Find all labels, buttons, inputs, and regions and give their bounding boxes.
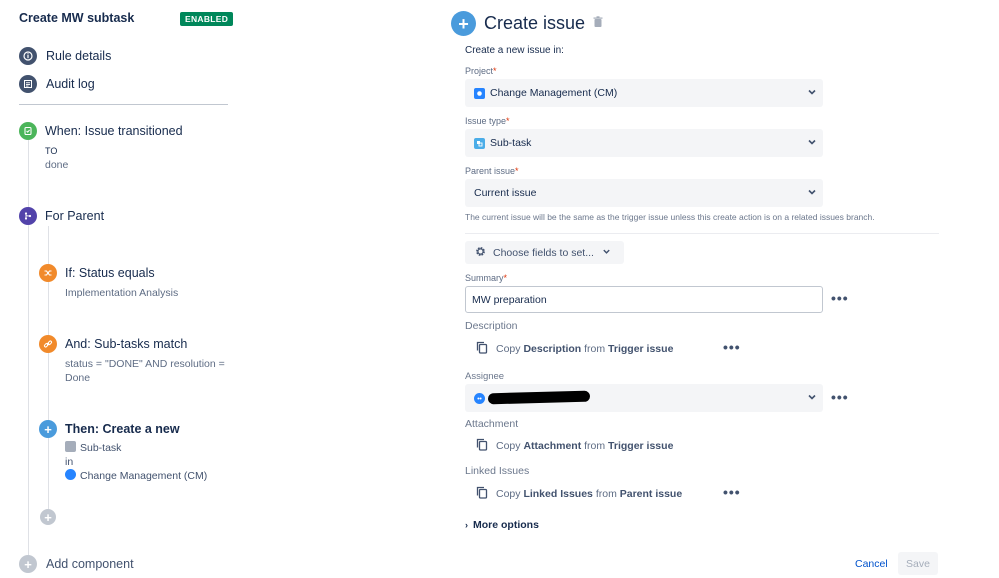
list-icon [19, 75, 37, 93]
chevron-down-icon [807, 137, 817, 150]
component-trigger[interactable]: When: Issue transitioned TO done [19, 122, 183, 172]
parent-issue-help: The current issue will be the same as th… [465, 212, 875, 222]
nav-audit-log[interactable]: Audit log [19, 75, 95, 93]
gear-icon [474, 245, 487, 261]
subtask-icon [65, 441, 76, 452]
linked-issues-label: Linked Issues [465, 465, 530, 477]
condition-detail-line1: status = "DONE" AND resolution = [65, 358, 225, 370]
add-branch-component-button[interactable]: + [40, 509, 56, 525]
copy-icon [476, 438, 488, 454]
avatar-icon [474, 392, 485, 404]
description-copy-row[interactable]: Copy Description from Trigger issue [476, 341, 673, 357]
subtask-icon [474, 137, 485, 149]
parent-issue-select[interactable]: Current issue [465, 179, 823, 207]
rule-title: Create MW subtask [19, 11, 135, 25]
info-icon [19, 47, 37, 65]
project-icon [474, 87, 485, 99]
project-icon [65, 469, 76, 480]
shuffle-icon [39, 264, 57, 282]
copy-icon [476, 341, 488, 357]
component-branch[interactable]: For Parent [19, 207, 104, 225]
link-icon [39, 335, 57, 353]
nav-divider [19, 104, 228, 105]
choose-fields-label: Choose fields to set... [493, 246, 594, 259]
component-title: Then: Create a new [65, 422, 180, 436]
choose-fields-button[interactable]: Choose fields to set... [465, 241, 624, 264]
branch-icon [19, 207, 37, 225]
assignee-more-options-button[interactable]: ••• [831, 390, 849, 404]
plus-icon: + [19, 555, 37, 573]
component-title: If: Status equals [65, 266, 155, 280]
description-label: Description [465, 320, 518, 332]
nav-rule-details[interactable]: Rule details [19, 47, 111, 65]
create-issue-icon: + [451, 11, 476, 36]
save-button[interactable]: Save [898, 552, 938, 575]
editor-header: + Create issue [451, 11, 603, 36]
linked-issues-more-options-button[interactable]: ••• [723, 485, 741, 499]
project-label: Project* [465, 66, 497, 76]
action-issue-type: Sub-task [65, 441, 207, 455]
summary-input[interactable]: MW preparation [465, 286, 823, 313]
trigger-to-value: done [45, 159, 69, 171]
component-title: For Parent [45, 209, 105, 223]
nav-label: Rule details [46, 49, 112, 63]
issue-type-select[interactable]: Sub-task [465, 129, 823, 157]
condition-detail: Implementation Analysis [65, 287, 179, 299]
component-title: And: Sub-tasks match [65, 337, 188, 351]
linked-issues-copy-row[interactable]: Copy Linked Issues from Parent issue [476, 486, 682, 502]
chevron-down-icon [807, 87, 817, 100]
component-title: When: Issue transitioned [45, 124, 183, 138]
parent-issue-value: Current issue [474, 187, 537, 199]
cancel-button[interactable]: Cancel [855, 558, 888, 570]
component-action[interactable]: + Then: Create a new Sub-task in Change … [39, 420, 207, 483]
create-in-text: Create a new issue in: [465, 45, 564, 56]
attachment-label: Attachment [465, 418, 519, 430]
attachment-copy-row[interactable]: Copy Attachment from Trigger issue [476, 438, 673, 454]
more-options-toggle[interactable]: › More options [465, 519, 539, 531]
add-component-button[interactable]: + Add component [19, 555, 134, 573]
connector-line [28, 225, 29, 555]
component-condition-subtasks[interactable]: And: Sub-tasks match status = "DONE" AND… [39, 335, 225, 385]
action-project: Change Management (CM) [65, 469, 207, 483]
chevron-down-icon [602, 247, 611, 259]
nav-label: Audit log [46, 77, 95, 91]
chevron-right-icon: › [465, 520, 468, 530]
issue-type-value: Sub-task [490, 137, 532, 149]
section-divider [465, 233, 939, 234]
summary-label: Summary* [465, 273, 508, 283]
project-value: Change Management (CM) [490, 87, 618, 99]
component-condition-status[interactable]: If: Status equals Implementation Analysi… [39, 264, 178, 300]
chevron-down-icon [807, 187, 817, 200]
status-badge: ENABLED [180, 12, 234, 26]
action-in: in [65, 456, 74, 468]
copy-icon [476, 486, 488, 502]
issue-type-label: Issue type* [465, 116, 510, 126]
trigger-to-label: TO [45, 146, 58, 156]
description-more-options-button[interactable]: ••• [723, 340, 741, 354]
add-component-label: Add component [46, 557, 134, 571]
trigger-icon [19, 122, 37, 140]
project-select[interactable]: Change Management (CM) [465, 79, 823, 107]
editor-title: Create issue [484, 13, 586, 33]
chevron-down-icon [807, 392, 817, 405]
assignee-label: Assignee [465, 371, 505, 382]
plus-icon: + [39, 420, 57, 438]
trash-icon[interactable] [593, 15, 603, 33]
summary-more-options-button[interactable]: ••• [831, 291, 849, 305]
parent-issue-label: Parent issue* [465, 166, 519, 176]
condition-detail-line2: Done [65, 372, 91, 384]
